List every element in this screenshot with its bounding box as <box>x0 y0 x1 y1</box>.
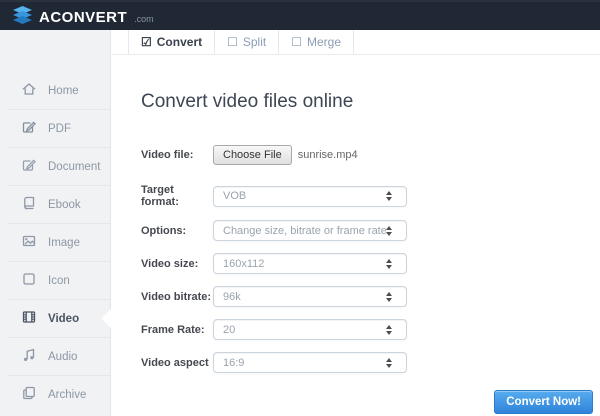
sidebar-item-label: Home <box>48 85 79 97</box>
home-icon <box>21 81 37 100</box>
page-title: Convert video files online <box>141 91 600 113</box>
sidebar-item-label: Icon <box>48 275 70 287</box>
options-select[interactable]: Change size, bitrate or frame rate <box>213 220 407 241</box>
tab-convert[interactable]: ☑ Convert <box>128 30 214 54</box>
selected-filename: sunrise.mp4 <box>298 149 358 161</box>
tab-label: Merge <box>307 35 341 49</box>
field-label: Video size: <box>141 258 213 270</box>
sidebar-item-audio[interactable]: Audio <box>0 338 110 375</box>
category-sidebar: Home PDF Document <box>0 30 111 416</box>
convert-now-button[interactable]: Convert Now! <box>494 390 593 414</box>
tab-split[interactable]: ☐ Split <box>214 30 278 54</box>
select-stepper-icon <box>386 358 392 368</box>
sidebar-item-label: Ebook <box>48 199 81 211</box>
sidebar-item-archive[interactable]: Archive <box>0 376 110 413</box>
checkbox-checked-icon: ☑ <box>141 36 152 48</box>
field-label: Video bitrate: <box>141 291 213 303</box>
main-content: ☑ Convert ☐ Split ☐ Merge Convert video … <box>112 30 600 416</box>
select-value: 96k <box>223 291 386 303</box>
tab-label: Split <box>243 35 266 49</box>
square-icon <box>21 271 37 290</box>
copy-icon <box>21 385 37 404</box>
video-aspect-select[interactable]: 16:9 <box>213 352 407 373</box>
picture-icon <box>21 233 37 252</box>
field-label: Options: <box>141 225 213 237</box>
sidebar-item-label: Archive <box>48 389 86 401</box>
field-label: Target format: <box>141 184 213 208</box>
sidebar-item-document[interactable]: Document <box>0 148 110 185</box>
form-row-video-aspect: Video aspect 16:9 <box>141 352 600 373</box>
form-row-video-size: Video size: 160x112 <box>141 253 600 274</box>
select-value: 160x112 <box>223 258 386 270</box>
video-size-select[interactable]: 160x112 <box>213 253 407 274</box>
target-format-select[interactable]: VOB <box>213 186 407 207</box>
sidebar-item-home[interactable]: Home <box>0 72 110 109</box>
sidebar-item-icon[interactable]: Icon <box>0 262 110 299</box>
music-icon <box>21 347 37 366</box>
book-icon <box>21 195 37 214</box>
field-label: Frame Rate: <box>141 324 213 336</box>
sidebar-item-label: Image <box>48 237 80 249</box>
video-bitrate-select[interactable]: 96k <box>213 286 407 307</box>
edit-pdf-icon <box>21 119 37 138</box>
select-stepper-icon <box>386 292 392 302</box>
select-stepper-icon <box>386 191 392 201</box>
sidebar-item-label: Video <box>48 313 79 325</box>
form-row-target-format: Target format: VOB <box>141 184 600 208</box>
checkbox-empty-icon: ☐ <box>227 36 238 48</box>
select-value: 16:9 <box>223 357 386 369</box>
field-label: Video file: <box>141 149 213 161</box>
select-stepper-icon <box>386 226 392 236</box>
sidebar-item-label: Document <box>48 161 100 173</box>
select-value: 20 <box>223 324 386 336</box>
edit-doc-icon <box>21 157 37 176</box>
app-header: ACONVERT .com <box>0 0 600 30</box>
aconvert-app: ACONVERT .com Home PDF <box>0 0 600 416</box>
checkbox-empty-icon: ☐ <box>291 36 302 48</box>
brand-suffix: .com <box>134 15 154 25</box>
choose-file-button[interactable]: Choose File <box>213 145 292 165</box>
brand-logo[interactable]: ACONVERT .com <box>13 6 154 25</box>
sidebar-item-label: Audio <box>48 351 77 363</box>
convert-form: Video file: Choose File sunrise.mp4 Targ… <box>141 145 600 373</box>
form-row-video-bitrate: Video bitrate: 96k <box>141 286 600 307</box>
layers-icon <box>13 6 32 25</box>
select-stepper-icon <box>386 325 392 335</box>
field-label: Video aspect <box>141 357 213 369</box>
form-row-options: Options: Change size, bitrate or frame r… <box>141 220 600 241</box>
sidebar-item-ebook[interactable]: Ebook <box>0 186 110 223</box>
sidebar-item-label: PDF <box>48 123 71 135</box>
mode-tabbar: ☑ Convert ☐ Split ☐ Merge <box>112 30 600 55</box>
form-row-frame-rate: Frame Rate: 20 <box>141 319 600 340</box>
form-row-video-file: Video file: Choose File sunrise.mp4 <box>141 145 600 165</box>
film-icon <box>21 309 37 328</box>
sidebar-item-video[interactable]: Video <box>0 300 110 337</box>
brand-name: ACONVERT <box>39 10 127 25</box>
select-value: Change size, bitrate or frame rate <box>223 225 386 237</box>
sidebar-item-image[interactable]: Image <box>0 224 110 261</box>
frame-rate-select[interactable]: 20 <box>213 319 407 340</box>
tab-label: Convert <box>157 35 202 49</box>
sidebar-item-pdf[interactable]: PDF <box>0 110 110 147</box>
tab-merge[interactable]: ☐ Merge <box>278 30 354 54</box>
select-stepper-icon <box>386 259 392 269</box>
select-value: VOB <box>223 190 386 202</box>
